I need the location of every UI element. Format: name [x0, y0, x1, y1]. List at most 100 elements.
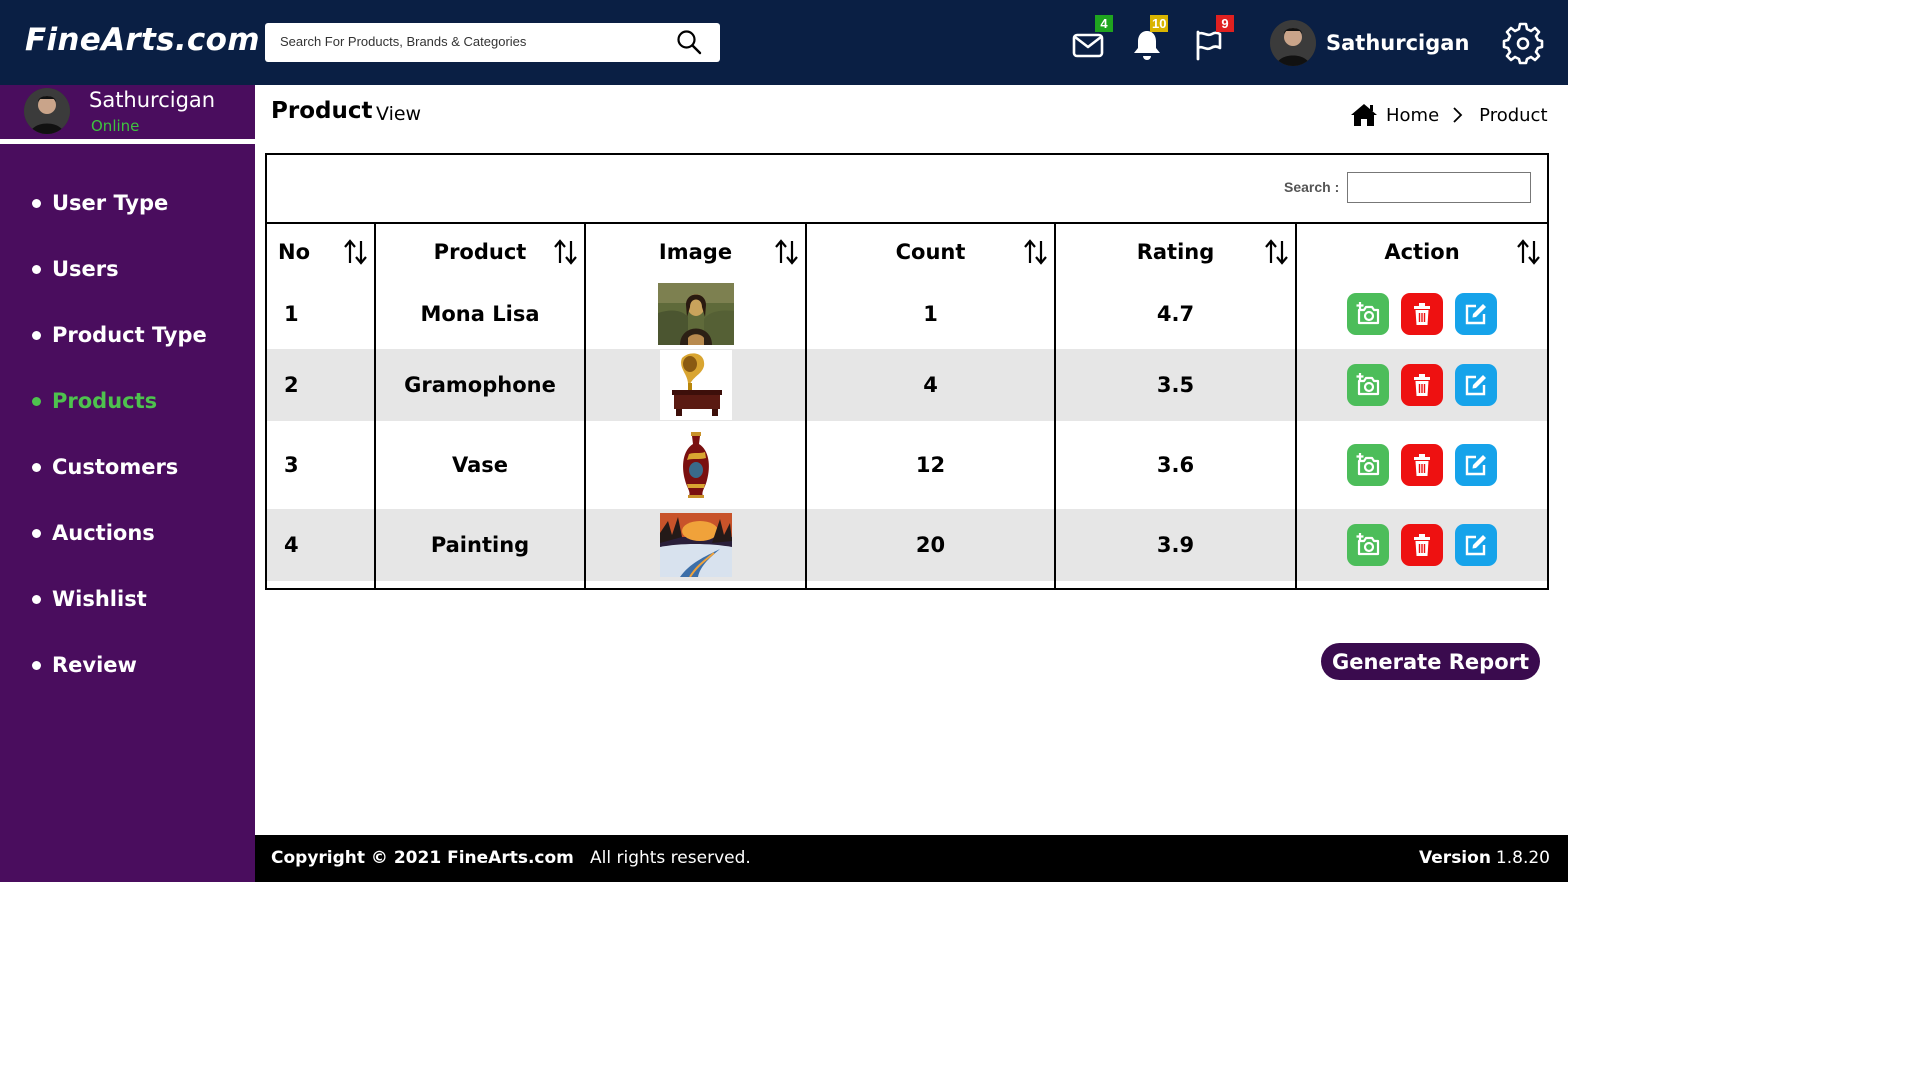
sort-icon[interactable]	[775, 239, 799, 265]
cell-actions	[1295, 509, 1547, 581]
column-header-label: No	[278, 239, 311, 264]
cell-count: 12	[805, 421, 1055, 509]
flag-icon[interactable]	[1192, 28, 1226, 62]
cell-no: 1	[284, 302, 299, 326]
mail-icon[interactable]	[1071, 28, 1105, 62]
add-photo-button[interactable]	[1347, 444, 1389, 486]
table-row: 1 Mona Lisa 1 4.7	[267, 279, 1547, 349]
sidebar-menu: User Type Users Product Type Products Cu…	[0, 170, 255, 698]
delete-button[interactable]	[1401, 364, 1443, 406]
site-logo[interactable]: FineArts.com	[25, 22, 260, 58]
cell-product: Mona Lisa	[374, 279, 585, 349]
cell-actions	[1295, 349, 1547, 421]
column-header-action[interactable]: Action	[1295, 222, 1547, 279]
search-icon[interactable]	[676, 29, 702, 55]
trash-icon	[1414, 534, 1430, 556]
add-photo-button[interactable]	[1347, 293, 1389, 335]
gear-icon[interactable]	[1501, 21, 1545, 65]
edit-icon	[1465, 375, 1486, 396]
cell-product: Painting	[374, 509, 585, 581]
column-header-product[interactable]: Product	[374, 222, 585, 279]
add-photo-button[interactable]	[1347, 524, 1389, 566]
cell-image	[584, 421, 806, 509]
generate-report-button[interactable]: Generate Report	[1321, 643, 1540, 680]
edit-icon	[1465, 535, 1486, 556]
breadcrumb-current: Product	[1479, 104, 1548, 126]
sort-icon[interactable]	[554, 239, 578, 265]
edit-icon	[1465, 304, 1486, 325]
column-header-label: Image	[658, 239, 733, 264]
chevron-right-icon	[1453, 107, 1463, 123]
product-thumbnail[interactable]	[657, 283, 734, 345]
edit-button[interactable]	[1455, 364, 1497, 406]
cell-actions	[1295, 421, 1547, 509]
sidebar-item-auctions[interactable]: Auctions	[0, 500, 255, 566]
sort-icon[interactable]	[344, 239, 368, 265]
top-navbar: FineArts.com 4 10 9 Sathurcigan	[0, 0, 1568, 85]
sidebar-item-user-type[interactable]: User Type	[0, 170, 255, 236]
cell-rating: 3.5	[1054, 349, 1296, 421]
avatar[interactable]	[1270, 20, 1316, 66]
table-header-row: No Product Image Count Rating Action	[267, 222, 1547, 279]
cell-no: 3	[284, 453, 299, 477]
sidebar-item-products[interactable]: Products	[0, 368, 255, 434]
delete-button[interactable]	[1401, 444, 1443, 486]
table-spacer-row	[267, 581, 1547, 589]
add-photo-icon	[1356, 373, 1380, 396]
sidebar-divider	[0, 139, 255, 144]
bell-icon[interactable]	[1130, 28, 1164, 62]
cell-image	[584, 279, 806, 349]
sort-icon[interactable]	[1265, 239, 1289, 265]
cell-image	[584, 349, 806, 421]
sidebar-item-product-type[interactable]: Product Type	[0, 302, 255, 368]
footer-version: Version 1.8.20	[1419, 848, 1550, 868]
add-photo-icon	[1356, 533, 1380, 556]
delete-button[interactable]	[1401, 293, 1443, 335]
column-header-label: Rating	[1136, 239, 1215, 264]
mail-count-badge: 4	[1095, 15, 1113, 32]
cell-product: Gramophone	[374, 349, 585, 421]
sidebar-user-name: Sathurcigan	[89, 88, 216, 112]
table-search-input[interactable]	[1347, 172, 1531, 203]
sidebar-profile: Sathurcigan Online	[0, 85, 255, 139]
cell-count: 1	[805, 279, 1055, 349]
home-icon[interactable]	[1350, 103, 1378, 127]
avatar[interactable]	[24, 88, 70, 134]
footer-copyright: Copyright © 2021 FineArts.com	[271, 848, 574, 868]
column-header-label: Action	[1384, 239, 1460, 264]
delete-button[interactable]	[1401, 524, 1443, 566]
online-status: Online	[91, 117, 140, 135]
product-table: No Product Image Count Rating Action 1 M…	[267, 222, 1547, 589]
sidebar-item-customers[interactable]: Customers	[0, 434, 255, 500]
table-search-label: Search :	[1284, 179, 1340, 195]
product-thumbnail[interactable]	[659, 513, 732, 577]
global-search	[265, 23, 720, 62]
edit-icon	[1465, 455, 1486, 476]
product-thumbnail[interactable]	[659, 350, 732, 420]
add-photo-icon	[1356, 453, 1380, 476]
product-table-panel: Search : No Product Image Count Rating A…	[265, 153, 1549, 590]
cell-no: 4	[267, 509, 375, 581]
product-thumbnail[interactable]	[679, 432, 713, 498]
sort-icon[interactable]	[1517, 239, 1541, 265]
trash-icon	[1414, 303, 1430, 325]
sidebar-item-users[interactable]: Users	[0, 236, 255, 302]
global-search-input[interactable]	[280, 23, 670, 60]
column-header-count[interactable]: Count	[805, 222, 1055, 279]
edit-button[interactable]	[1455, 524, 1497, 566]
breadcrumb-home[interactable]: Home	[1386, 105, 1439, 126]
footer-version-label: Version	[1419, 848, 1491, 868]
add-photo-button[interactable]	[1347, 364, 1389, 406]
edit-button[interactable]	[1455, 444, 1497, 486]
page-title: Product	[271, 98, 373, 124]
column-header-rating[interactable]: Rating	[1054, 222, 1296, 279]
sidebar-item-wishlist[interactable]: Wishlist	[0, 566, 255, 632]
cell-image	[584, 509, 806, 581]
column-header-label: Product	[433, 239, 527, 264]
column-header-no[interactable]: No	[267, 222, 375, 279]
column-header-image[interactable]: Image	[584, 222, 806, 279]
header-user-name[interactable]: Sathurcigan	[1326, 31, 1469, 55]
edit-button[interactable]	[1455, 293, 1497, 335]
sidebar-item-review[interactable]: Review	[0, 632, 255, 698]
sort-icon[interactable]	[1024, 239, 1048, 265]
